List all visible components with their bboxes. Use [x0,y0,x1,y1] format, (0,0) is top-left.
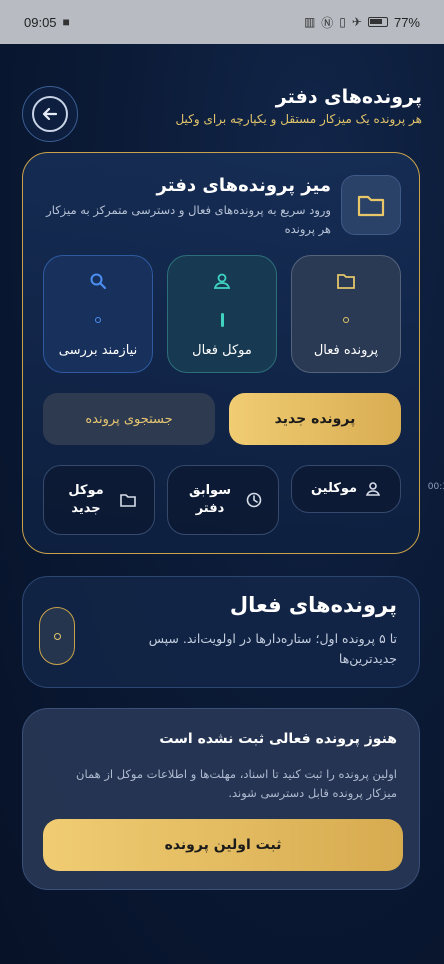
battery-percent: 77% [393,14,420,30]
chip-label: موکلین [310,481,358,496]
nfc-icon: Ⓝ [321,15,334,30]
active-cases-toggle[interactable] [39,607,75,665]
desk-description: ورود سریع به پرونده‌های فعال و دسترسی مت… [46,203,331,236]
history-icon [246,492,262,508]
tile-active-cases[interactable]: پرونده فعال [291,255,401,373]
chip-label: موکل جدید [68,483,104,516]
clients-button[interactable]: موکلین [291,465,401,513]
register-first-case-button[interactable]: ثبت اولین پرونده [43,819,403,871]
folder-outline-icon [120,494,136,507]
user-outline-icon [365,482,381,496]
tile-active-clients[interactable]: موکل فعال [167,255,277,373]
search-case-button[interactable]: جستجوی پرونده [43,393,215,445]
arrow-left-icon [42,107,58,121]
folder-icon [357,195,385,217]
desk-title: میز پرونده‌های دفتر [156,175,331,196]
new-case-button[interactable]: پرونده جدید [229,393,401,445]
tile-label: نیازمند بررسی [58,343,138,358]
chip-label: سوابق دفتر [189,483,231,516]
back-button[interactable] [22,86,78,142]
vibrate-icon: ▥ [303,15,316,29]
value-indicator [95,317,101,323]
user-icon [213,273,231,289]
tile-label: پرونده فعال [313,343,379,358]
side-peek-text: 00:3 [427,482,444,492]
page-subtitle: هر پرونده یک میزکار مستقل و یکپارچه برای… [175,112,422,126]
new-client-button[interactable]: موکل جدید [43,465,155,535]
status-bar: 09:05 ■ ▥ Ⓝ ▯ ✈ 77% [0,0,444,44]
toggle-dot [53,632,61,640]
search-icon [90,273,107,290]
value-indicator [220,313,224,327]
folder-icon [337,274,355,289]
page-title: پرونده‌های دفتر [275,86,422,108]
empty-state-title: هنوز پرونده فعالی ثبت نشده است [159,731,397,747]
desk-folder-badge [341,175,401,235]
signal-icon: ▯ [339,15,346,29]
active-cases-card: پرونده‌های فعال تا ۵ پرونده اول؛ ستاره‌د… [22,576,420,688]
battery-icon [367,17,388,27]
value-indicator [343,317,349,323]
empty-state-card: هنوز پرونده فعالی ثبت نشده است اولین پرو… [22,708,420,890]
page-header: پرونده‌های دفتر هر پرونده یک میزکار مستق… [22,86,422,142]
cases-desk-card: میز پرونده‌های دفتر ورود سریع به پرونده‌… [22,152,420,554]
tile-needs-review[interactable]: نیازمند بررسی [43,255,153,373]
video-icon: ■ [62,15,70,29]
status-time: 09:05 [24,14,57,30]
tile-label: موکل فعال [192,343,252,358]
active-cases-description: تا ۵ پرونده اول؛ ستاره‌دارها در اولویت‌ا… [148,631,397,666]
airplane-icon: ✈ [351,15,362,29]
empty-state-description: اولین پرونده را ثبت کنید تا اسناد، مهلت‌… [76,767,397,800]
office-history-button[interactable]: سوابق دفتر [167,465,279,535]
active-cases-title: پرونده‌های فعال [229,593,397,617]
